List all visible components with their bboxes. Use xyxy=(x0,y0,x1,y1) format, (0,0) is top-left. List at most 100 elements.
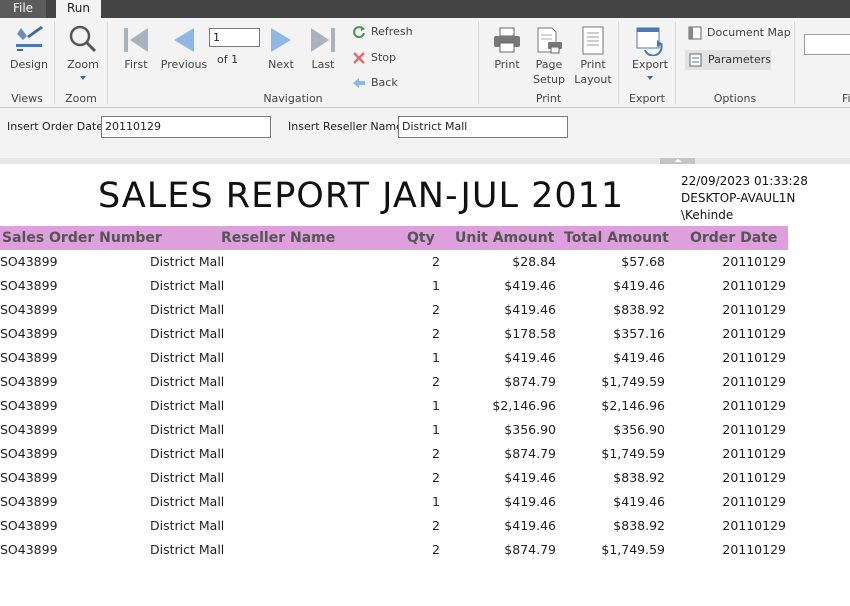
cell-order-date: 20110129 xyxy=(722,470,786,485)
cell-order-date: 20110129 xyxy=(722,326,786,341)
zoom-label: Zoom xyxy=(67,58,99,71)
cell-sales-order-number: SO43899 xyxy=(0,254,58,269)
print-layout-label-2: Layout xyxy=(574,73,612,86)
cell-total-amount: $1,749.59 xyxy=(601,542,665,557)
cell-qty: 2 xyxy=(432,542,440,557)
zoom-group-label: Zoom xyxy=(65,92,97,105)
order-date-input[interactable]: 20110129 xyxy=(101,116,271,138)
design-icon xyxy=(16,26,43,51)
table-row: SO43899 District Mall 1 $419.46 $419.46 20110… xyxy=(0,346,788,370)
cell-reseller-name: District Mall xyxy=(150,278,225,293)
parameters-icon xyxy=(689,53,703,70)
document-map-icon xyxy=(688,26,702,40)
back-button[interactable]: Back xyxy=(352,76,398,90)
zoom-button[interactable]: Zoom xyxy=(62,24,104,88)
previous-label: Previous xyxy=(160,58,208,71)
page-setup-label-1: Page xyxy=(535,58,563,71)
table-row: SO43899 District Mall 1 $2,146.96 $2,146.96 2… xyxy=(0,394,788,418)
find-input[interactable] xyxy=(804,34,850,55)
find-group-label: Fi xyxy=(842,92,850,105)
parameters-button[interactable]: Parameters xyxy=(685,50,771,70)
cell-sales-order-number: SO43899 xyxy=(0,398,58,413)
cell-total-amount: $357.16 xyxy=(613,326,665,341)
parameters-label: Parameters xyxy=(708,53,771,66)
page-setup-button[interactable]: Page Setup xyxy=(530,26,568,86)
cell-unit-amount: $419.46 xyxy=(504,494,556,509)
refresh-button[interactable]: Refresh xyxy=(352,25,413,39)
cell-total-amount: $1,749.59 xyxy=(601,446,665,461)
document-map-button[interactable]: Document Map xyxy=(688,26,791,40)
cell-order-date: 20110129 xyxy=(722,422,786,437)
cell-sales-order-number: SO43899 xyxy=(0,542,58,557)
cell-qty: 1 xyxy=(432,350,440,365)
cell-reseller-name: District Mall xyxy=(150,326,225,341)
column-header-qty: Qty xyxy=(407,230,435,246)
cell-order-date: 20110129 xyxy=(722,278,786,293)
tab-file[interactable]: File xyxy=(0,0,46,18)
cell-total-amount: $838.92 xyxy=(613,302,665,317)
report-machine-name: DESKTOP-AVAUL1N xyxy=(681,191,796,205)
stop-label: Stop xyxy=(371,51,397,64)
cell-unit-amount: $419.46 xyxy=(504,470,556,485)
cell-reseller-name: District Mall xyxy=(150,446,225,461)
cell-sales-order-number: SO43899 xyxy=(0,302,58,317)
cell-order-date: 20110129 xyxy=(722,350,786,365)
cell-sales-order-number: SO43899 xyxy=(0,422,58,437)
column-header-total-amount: Total Amount xyxy=(564,230,669,246)
next-page-button[interactable]: Next xyxy=(264,26,298,74)
magnifier-icon xyxy=(69,25,97,53)
cell-reseller-name: District Mall xyxy=(150,254,225,269)
previous-page-button[interactable]: Previous xyxy=(160,26,208,74)
cell-reseller-name: District Mall xyxy=(150,422,225,437)
reseller-name-input[interactable]: District Mall xyxy=(398,116,568,138)
last-page-button[interactable]: Last xyxy=(305,26,341,74)
cell-sales-order-number: SO43899 xyxy=(0,494,58,509)
design-button[interactable]: Design xyxy=(6,24,52,74)
cell-sales-order-number: SO43899 xyxy=(0,470,58,485)
cell-sales-order-number: SO43899 xyxy=(0,374,58,389)
report-user-name: \Kehinde xyxy=(681,208,734,222)
tab-run[interactable]: Run xyxy=(56,0,101,18)
cell-qty: 2 xyxy=(432,326,440,341)
table-row: SO43899 District Mall 2 $874.79 $1,749.59 201… xyxy=(0,442,788,466)
table-row: SO43899 District Mall 1 $356.90 $356.90 20110… xyxy=(0,418,788,442)
cell-sales-order-number: SO43899 xyxy=(0,518,58,533)
cell-sales-order-number: SO43899 xyxy=(0,278,58,293)
last-page-icon xyxy=(311,28,335,52)
cell-total-amount: $2,146.96 xyxy=(601,398,665,413)
cell-order-date: 20110129 xyxy=(722,446,786,461)
page-number-input[interactable]: 1 xyxy=(209,28,260,47)
column-header-reseller-name: Reseller Name xyxy=(221,230,336,246)
export-group-label: Export xyxy=(628,92,665,105)
column-header-order-date: Order Date xyxy=(690,230,778,246)
export-button[interactable]: Export xyxy=(628,26,672,90)
cell-reseller-name: District Mall xyxy=(150,470,225,485)
table-row: SO43899 District Mall 2 $419.46 $838.92 20110… xyxy=(0,466,788,490)
export-label: Export xyxy=(631,58,668,71)
next-label: Next xyxy=(268,58,294,71)
page-setup-label-2: Setup xyxy=(532,73,566,86)
table-row: SO43899 District Mall 1 $419.46 $419.46 20110… xyxy=(0,274,788,298)
stop-button[interactable]: Stop xyxy=(352,51,396,65)
cell-unit-amount: $874.79 xyxy=(504,374,556,389)
column-header-unit-amount: Unit Amount xyxy=(455,230,555,246)
reseller-name-label: Insert Reseller Name xyxy=(288,120,403,133)
cell-qty: 2 xyxy=(432,446,440,461)
back-label: Back xyxy=(371,76,398,89)
cell-qty: 1 xyxy=(432,398,440,413)
cell-qty: 2 xyxy=(432,254,440,269)
cell-unit-amount: $419.46 xyxy=(504,518,556,533)
first-page-icon xyxy=(124,28,148,52)
stop-icon xyxy=(352,51,366,65)
cell-unit-amount: $419.46 xyxy=(504,350,556,365)
cell-unit-amount: $874.79 xyxy=(504,542,556,557)
first-page-button[interactable]: First xyxy=(116,26,156,74)
last-label: Last xyxy=(311,58,335,71)
print-button[interactable]: Print xyxy=(488,26,526,76)
cell-reseller-name: District Mall xyxy=(150,350,225,365)
cell-sales-order-number: SO43899 xyxy=(0,350,58,365)
table-row: SO43899 District Mall 2 $28.84 $57.68 2011012… xyxy=(0,250,788,274)
print-layout-button[interactable]: Print Layout xyxy=(572,26,614,86)
cell-order-date: 20110129 xyxy=(722,254,786,269)
table-row: SO43899 District Mall 2 $419.46 $838.92 20110… xyxy=(0,514,788,538)
